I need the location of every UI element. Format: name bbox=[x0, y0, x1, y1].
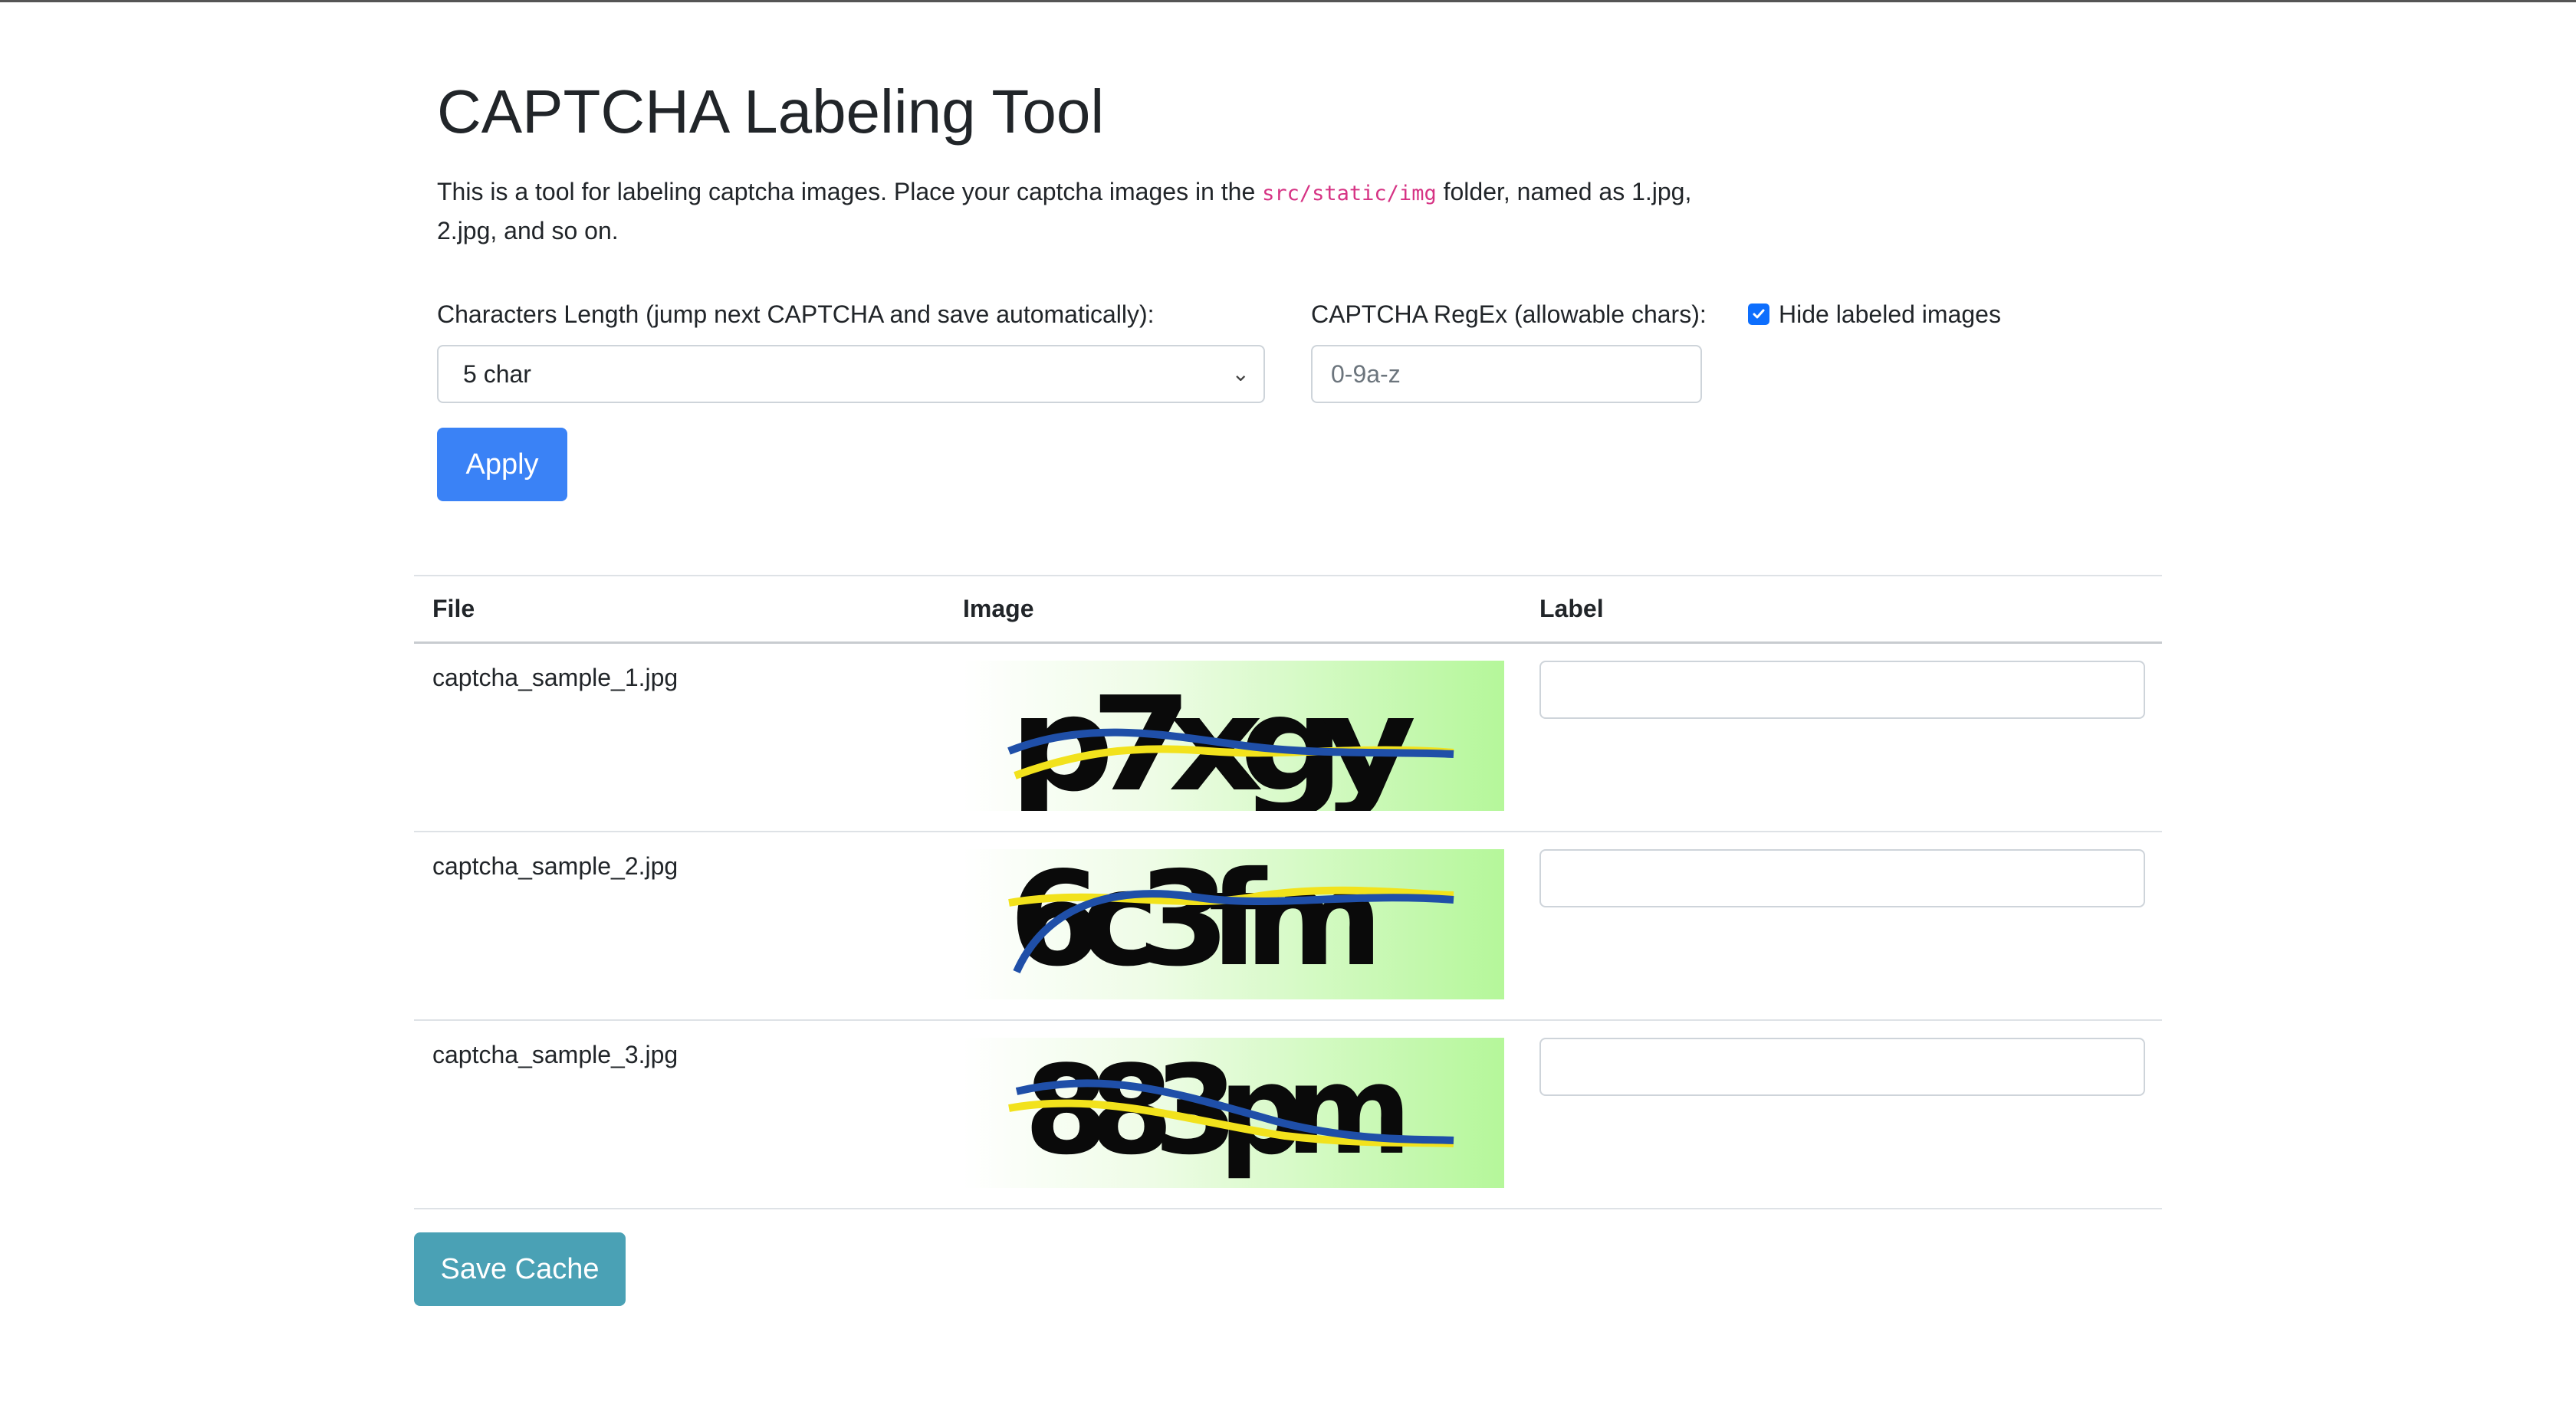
apply-button[interactable]: Apply bbox=[437, 428, 567, 501]
char-length-selected-value: 5 char bbox=[463, 360, 531, 388]
captcha-image: p7xgy bbox=[963, 661, 1504, 811]
captcha-text: 883pm bbox=[1024, 1038, 1403, 1182]
table-row: captcha_sample_1.jpg p7xgy bbox=[414, 644, 2162, 832]
window-top-border bbox=[0, 0, 2576, 2]
captcha-text: 6c3fm bbox=[1009, 849, 1373, 996]
char-length-select[interactable]: 5 char ⌄ bbox=[437, 345, 1265, 403]
checkmark-icon bbox=[1753, 309, 1765, 319]
header-image: Image bbox=[963, 595, 1034, 622]
hide-labeled-label[interactable]: Hide labeled images bbox=[1779, 299, 2001, 330]
table-row: captcha_sample_2.jpg 6c3fm bbox=[414, 832, 2162, 1021]
chevron-down-icon: ⌄ bbox=[1231, 362, 1250, 386]
captcha-image: 6c3fm bbox=[963, 849, 1504, 999]
folder-path-code: src/static/img bbox=[1262, 182, 1437, 205]
file-name: captcha_sample_2.jpg bbox=[432, 852, 678, 880]
label-input[interactable] bbox=[1539, 849, 2145, 907]
label-input[interactable] bbox=[1539, 661, 2145, 719]
table-header-row: File Image Label bbox=[414, 575, 2162, 644]
save-cache-button[interactable]: Save Cache bbox=[414, 1232, 626, 1306]
description-text-1: This is a tool for labeling captcha imag… bbox=[437, 178, 1263, 205]
regex-input[interactable] bbox=[1311, 345, 1702, 403]
page-description: This is a tool for labeling captcha imag… bbox=[437, 173, 1694, 249]
file-name: captcha_sample_1.jpg bbox=[432, 664, 678, 691]
header-label: Label bbox=[1539, 595, 1604, 622]
label-input[interactable] bbox=[1539, 1038, 2145, 1096]
captcha-image: 883pm bbox=[963, 1038, 1504, 1188]
char-length-label: Characters Length (jump next CAPTCHA and… bbox=[437, 300, 1155, 328]
regex-label: CAPTCHA RegEx (allowable chars): bbox=[1311, 300, 1707, 328]
table-row: captcha_sample_3.jpg 883pm bbox=[414, 1021, 2162, 1209]
hide-labeled-checkbox[interactable] bbox=[1748, 304, 1769, 325]
file-name: captcha_sample_3.jpg bbox=[432, 1041, 678, 1068]
captcha-table: File Image Label captcha_sample_1.jpg p7… bbox=[414, 575, 2162, 1209]
header-file: File bbox=[432, 595, 475, 622]
page-title: CAPTCHA Labeling Tool bbox=[437, 77, 1105, 146]
